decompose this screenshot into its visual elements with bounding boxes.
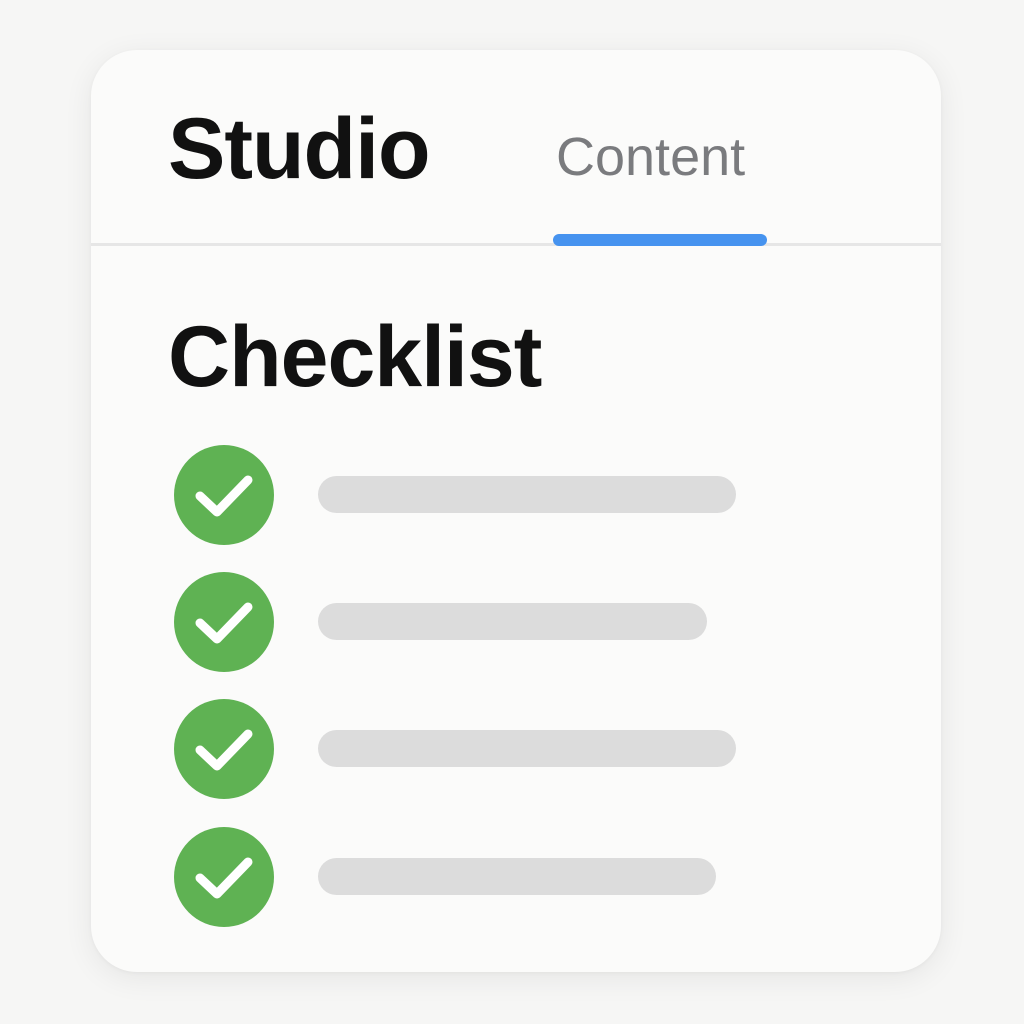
item-text-placeholder: [318, 730, 736, 767]
check-circle-icon[interactable]: [174, 572, 274, 672]
app-header: Studio Content: [91, 50, 941, 246]
section-title: Checklist: [168, 309, 542, 405]
check-circle-icon[interactable]: [174, 827, 274, 927]
app-title: Studio: [168, 101, 430, 197]
app-card: Studio Content Checklist: [91, 50, 941, 972]
check-circle-icon[interactable]: [174, 445, 274, 545]
active-tab-indicator: [553, 234, 767, 246]
check-circle-icon[interactable]: [174, 699, 274, 799]
item-text-placeholder: [318, 476, 736, 513]
tab-content[interactable]: Content: [553, 130, 767, 246]
item-text-placeholder: [318, 603, 707, 640]
item-text-placeholder: [318, 858, 716, 895]
tab-label: Content: [556, 127, 746, 187]
